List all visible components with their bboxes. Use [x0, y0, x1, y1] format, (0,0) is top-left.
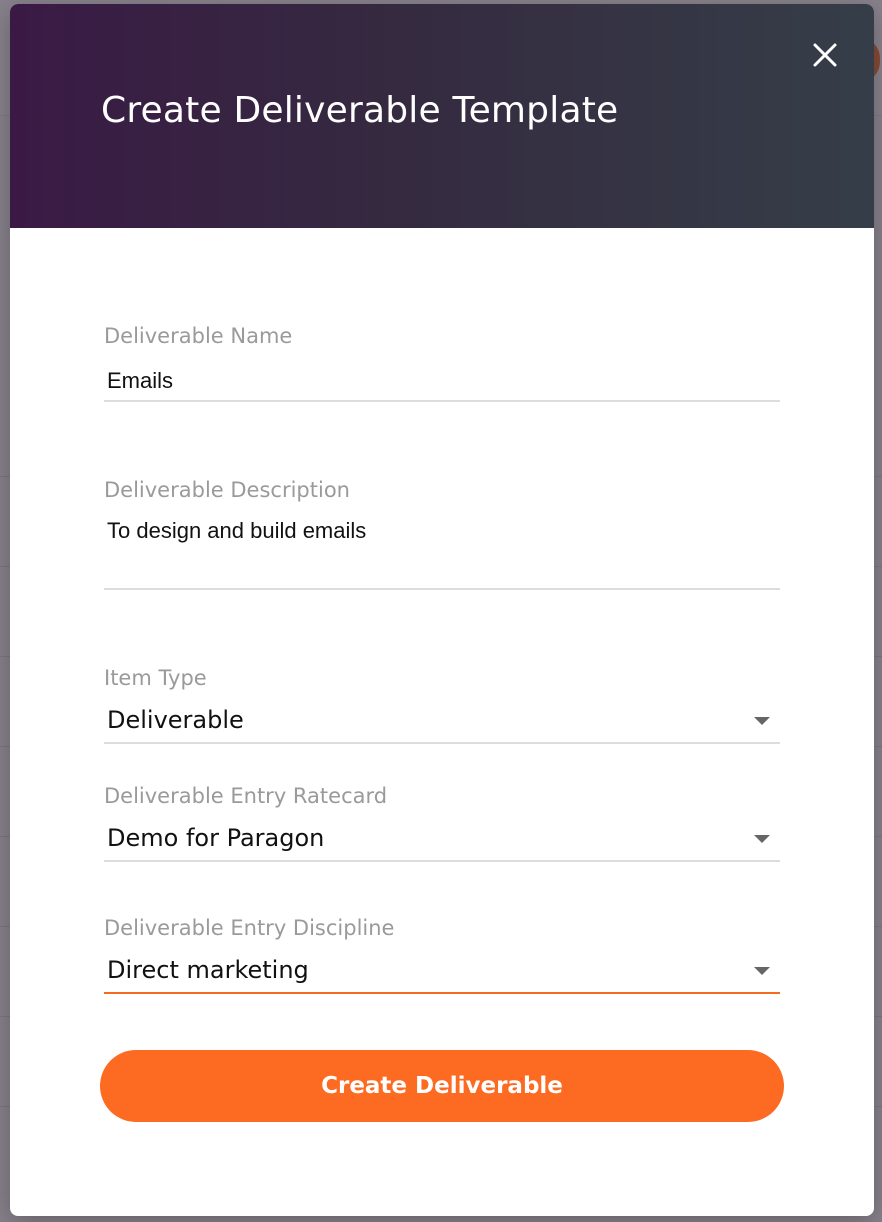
ratecard-label: Deliverable Entry Ratecard [104, 784, 388, 808]
create-deliverable-template-modal: Create Deliverable Template Deliverable … [10, 4, 874, 1216]
chevron-down-icon[interactable] [754, 835, 770, 843]
deliverable-name-field[interactable]: Deliverable Name Emails [104, 324, 780, 404]
ratecard-value[interactable]: Demo for Paragon [107, 824, 324, 852]
discipline-label: Deliverable Entry Discipline [104, 916, 395, 940]
discipline-underline [104, 992, 780, 994]
discipline-value[interactable]: Direct marketing [107, 956, 309, 984]
deliverable-description-textarea[interactable]: To design and build emails [107, 518, 366, 544]
deliverable-name-input[interactable]: Emails [107, 368, 173, 394]
deliverable-name-label: Deliverable Name [104, 324, 293, 348]
item-type-underline [104, 742, 780, 744]
item-type-select[interactable]: Item Type Deliverable [104, 666, 780, 746]
item-type-label: Item Type [104, 666, 207, 690]
chevron-down-icon[interactable] [754, 967, 770, 975]
deliverable-name-underline [104, 400, 780, 402]
deliverable-description-field[interactable]: Deliverable Description To design and bu… [104, 478, 780, 590]
close-icon [813, 43, 837, 67]
create-deliverable-button[interactable]: Create Deliverable [100, 1050, 784, 1122]
modal-title: Create Deliverable Template [101, 90, 619, 131]
ratecard-underline [104, 860, 780, 862]
modal-header: Create Deliverable Template [10, 4, 874, 228]
deliverable-description-underline [104, 588, 780, 590]
chevron-down-icon[interactable] [754, 717, 770, 725]
discipline-select[interactable]: Deliverable Entry Discipline Direct mark… [104, 916, 780, 996]
deliverable-description-label: Deliverable Description [104, 478, 350, 502]
item-type-value[interactable]: Deliverable [107, 706, 244, 734]
close-button[interactable] [808, 38, 842, 72]
ratecard-select[interactable]: Deliverable Entry Ratecard Demo for Para… [104, 784, 780, 864]
